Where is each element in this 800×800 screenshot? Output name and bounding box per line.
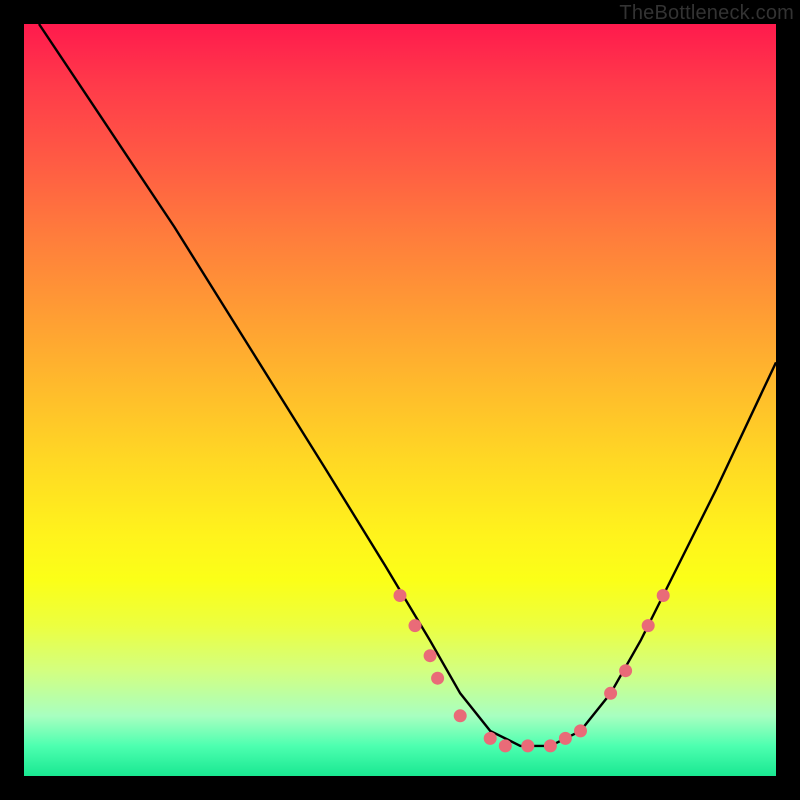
plot-area <box>24 24 776 776</box>
data-point-marker <box>454 709 467 722</box>
data-point-marker <box>559 732 572 745</box>
data-point-marker <box>409 619 422 632</box>
bottleneck-curve <box>39 24 776 746</box>
data-point-marker <box>424 649 437 662</box>
data-point-marker <box>499 739 512 752</box>
data-point-marker <box>574 724 587 737</box>
data-point-marker <box>431 672 444 685</box>
data-point-marker <box>521 739 534 752</box>
data-point-marker <box>394 589 407 602</box>
curve-markers <box>394 589 670 752</box>
data-point-marker <box>619 664 632 677</box>
curve-svg <box>24 24 776 776</box>
watermark-text: TheBottleneck.com <box>619 2 794 25</box>
data-point-marker <box>604 687 617 700</box>
data-point-marker <box>484 732 497 745</box>
data-point-marker <box>657 589 670 602</box>
chart-frame: TheBottleneck.com <box>0 0 800 800</box>
data-point-marker <box>544 739 557 752</box>
data-point-marker <box>642 619 655 632</box>
